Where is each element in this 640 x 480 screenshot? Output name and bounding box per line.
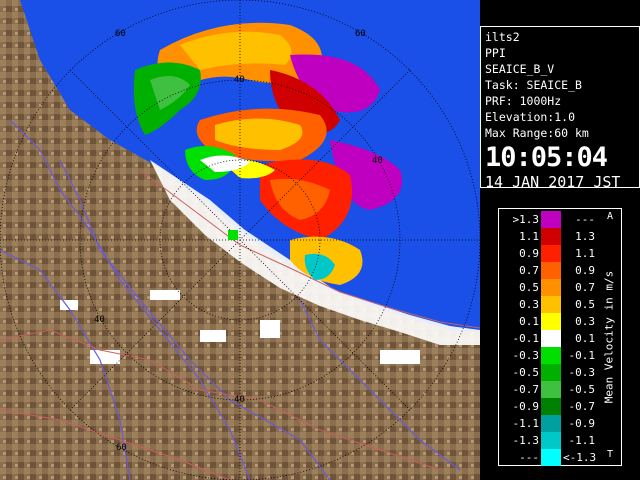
legend-upper-value: -0.1 bbox=[568, 349, 596, 362]
legend-color-swatch bbox=[541, 347, 561, 364]
legend-lower-value: 0.7 bbox=[519, 264, 539, 277]
station-name: ilts2 bbox=[485, 30, 520, 44]
legend-lower-value: 0.3 bbox=[519, 298, 539, 311]
legend-lower-value: >1.3 bbox=[512, 213, 540, 226]
prf-value: PRF: 1000Hz bbox=[485, 94, 562, 108]
legend-row: 0.9 1.1 bbox=[499, 245, 595, 262]
legend-row: 0.3 0.5 bbox=[499, 296, 595, 313]
legend-upper-value: -0.3 bbox=[568, 366, 596, 379]
legend-row: --- <-1.3 bbox=[499, 449, 597, 466]
legend-unit-text: Mean Velocity in m/s bbox=[602, 270, 616, 404]
legend-upper-value: --- bbox=[575, 213, 595, 226]
max-range-value: Max Range:60 km bbox=[485, 126, 589, 140]
legend-upper-value: -0.9 bbox=[568, 417, 596, 430]
product-type: PPI bbox=[485, 46, 506, 60]
legend-color-swatch bbox=[541, 279, 561, 296]
legend-row: -0.5 -0.3 bbox=[499, 364, 595, 381]
range-label: 60 bbox=[355, 29, 366, 39]
legend-lower-value: -0.5 bbox=[512, 366, 540, 379]
legend-row: 0.7 0.9 bbox=[499, 262, 595, 279]
legend-lower-value: -0.1 bbox=[512, 332, 540, 345]
legend-upper-value: 0.7 bbox=[575, 281, 595, 294]
legend-color-swatch bbox=[541, 211, 561, 228]
legend-row: -0.7 -0.5 bbox=[499, 381, 595, 398]
legend-upper-value: 0.5 bbox=[575, 298, 595, 311]
legend-row: -1.3 -1.1 bbox=[499, 432, 595, 449]
legend-row: 0.5 0.7 bbox=[499, 279, 595, 296]
legend-color-swatch bbox=[541, 432, 561, 449]
legend-upper-value: -1.1 bbox=[568, 434, 596, 447]
legend-row: -0.3 -0.1 bbox=[499, 347, 595, 364]
legend-lower-value: 0.5 bbox=[519, 281, 539, 294]
legend-lower-value: -0.3 bbox=[512, 349, 540, 362]
legend-upper-value: 0.9 bbox=[575, 264, 595, 277]
legend-unit-label: Mean Velocity in m/s bbox=[599, 211, 619, 463]
legend-lower-value: 0.9 bbox=[519, 247, 539, 260]
legend-color-swatch bbox=[541, 415, 561, 432]
data-name: SEAICE_B_V bbox=[485, 62, 555, 76]
range-label: 40 bbox=[234, 395, 245, 405]
legend-upper-value: 1.1 bbox=[575, 247, 595, 260]
scan-date: 14 JAN 2017 JST bbox=[485, 173, 621, 191]
legend-lower-value: -1.1 bbox=[512, 417, 540, 430]
range-label: 40 bbox=[234, 75, 245, 85]
legend-row: 0.1 0.3 bbox=[499, 313, 595, 330]
elevation-value: Elevation:1.0 bbox=[485, 110, 576, 124]
legend-upper-value: 0.1 bbox=[575, 332, 595, 345]
legend-upper-value: -0.5 bbox=[568, 383, 596, 396]
task-name: Task: SEAICE_B bbox=[485, 78, 582, 92]
legend-row: -1.1 -0.9 bbox=[499, 415, 595, 432]
legend-bottom-mark: T bbox=[607, 449, 614, 460]
range-label: 60 bbox=[116, 443, 127, 453]
legend-upper-value: 1.3 bbox=[575, 230, 595, 243]
legend-color-swatch bbox=[541, 313, 561, 330]
legend-lower-value: -0.9 bbox=[512, 400, 540, 413]
legend-row: -0.9 -0.7 bbox=[499, 398, 595, 415]
scan-time: 10:05:04 bbox=[485, 142, 608, 173]
range-label: 40 bbox=[94, 315, 105, 325]
legend-upper-value: <-1.3 bbox=[563, 451, 597, 464]
legend-color-swatch bbox=[541, 364, 561, 381]
legend-lower-value: -1.3 bbox=[512, 434, 540, 447]
legend-lower-value: -0.7 bbox=[512, 383, 540, 396]
range-label: 40 bbox=[372, 156, 383, 166]
legend-color-swatch bbox=[541, 398, 561, 415]
legend-color-swatch bbox=[541, 381, 561, 398]
legend-color-swatch bbox=[541, 296, 561, 313]
radar-site-marker bbox=[228, 230, 238, 240]
range-label: 60 bbox=[115, 29, 126, 39]
legend-upper-value: -0.7 bbox=[568, 400, 596, 413]
legend-color-swatch bbox=[541, 245, 561, 262]
legend-row: >1.3 --- bbox=[499, 211, 595, 228]
legend-lower-value: --- bbox=[519, 451, 539, 464]
radar-ppi-map[interactable]: 60 60 40 40 40 40 60 bbox=[0, 0, 480, 480]
velocity-legend: >1.3 --- 1.1 1.3 0.9 1.1 0.7 0.9 0.5 0.7 0.3 0.5 0.1… bbox=[498, 208, 622, 466]
legend-lower-value: 0.1 bbox=[519, 315, 539, 328]
scan-info-panel: ilts2 PPI SEAICE_B_V Task: SEAICE_B PRF:… bbox=[480, 26, 640, 191]
legend-row: -0.1 0.1 bbox=[499, 330, 595, 347]
legend-color-swatch bbox=[541, 262, 561, 279]
legend-color-swatch bbox=[541, 228, 561, 245]
legend-lower-value: 1.1 bbox=[519, 230, 539, 243]
legend-color-swatch bbox=[541, 330, 561, 347]
legend-upper-value: 0.3 bbox=[575, 315, 595, 328]
legend-color-swatch bbox=[541, 449, 561, 466]
legend-row: 1.1 1.3 bbox=[499, 228, 595, 245]
legend-top-mark: A bbox=[607, 211, 614, 222]
